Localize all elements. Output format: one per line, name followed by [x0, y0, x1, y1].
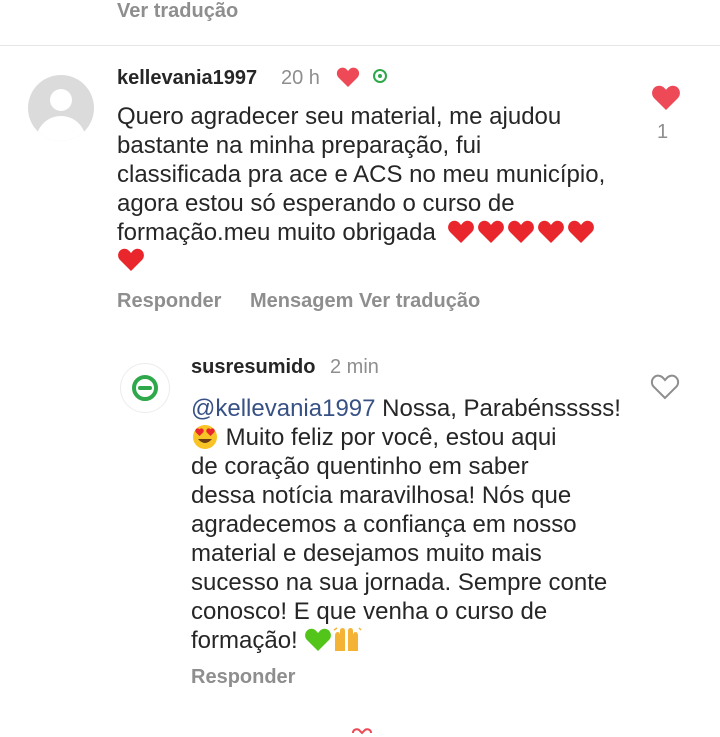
- avatar-body-shape: [36, 116, 86, 141]
- red-heart-emoji-icon: [118, 248, 144, 271]
- reply-button[interactable]: Responder: [191, 665, 295, 689]
- comment-line: [117, 247, 637, 276]
- reply-line: de coração quentinho em saber: [191, 453, 529, 480]
- raised-hands-emoji-icon: [333, 627, 362, 651]
- avatar-head-shape: [50, 89, 72, 111]
- translate-link-top[interactable]: Ver tradução: [117, 0, 238, 22]
- red-hearts-emoji-icon: [447, 220, 594, 243]
- message-button[interactable]: Mensagem: [250, 289, 353, 313]
- reply-line: conosco! E que venha o curso de: [191, 598, 548, 625]
- reply-time: 2 min: [330, 356, 379, 378]
- comment-text: Quero agradecer seu material, me ajudou …: [117, 102, 637, 276]
- reply-username[interactable]: susresumido: [191, 355, 315, 379]
- reply-button[interactable]: Responder: [117, 289, 221, 313]
- reply-line-text: Nossa, Parabénsssss!: [375, 395, 621, 422]
- heart-eyes-emoji-icon: [193, 425, 217, 449]
- partial-heart-icon: [352, 728, 372, 735]
- comment-line: Quero agradecer seu material, me ajudou: [117, 103, 562, 130]
- divider: [0, 45, 720, 46]
- reply-line: dessa notícia maravilhosa! Nós que: [191, 482, 572, 509]
- comment-line: formação.meu muito obrigada: [117, 218, 637, 247]
- creator-badge-icon: [373, 69, 387, 83]
- translate-button[interactable]: Ver tradução: [359, 289, 480, 313]
- like-outline-heart-icon[interactable]: [650, 373, 680, 400]
- reply-line: agradecemos a confiança em nosso: [191, 511, 577, 538]
- comment-line: bastante na minha preparação, fui: [117, 132, 482, 159]
- green-heart-emoji-icon: [305, 628, 332, 651]
- mention-link[interactable]: @kellevania1997: [191, 395, 376, 422]
- reply-text: @kellevania1997 Nossa, Parabénsssss! Mui…: [191, 394, 641, 655]
- reply-line: material e desejamos muito mais: [191, 540, 542, 567]
- like-heart-icon[interactable]: [651, 84, 681, 111]
- reply-line: sucesso na sua jornada. Sempre conte: [191, 569, 608, 596]
- avatar-susresumido[interactable]: [120, 363, 170, 413]
- comment-line: agora estou só esperando o curso de: [117, 190, 515, 217]
- reply-line: formação!: [191, 626, 641, 655]
- creator-liked-heart-icon: [336, 67, 360, 87]
- comment-line: classificada pra ace e ACS no meu municí…: [117, 161, 606, 188]
- comment-username[interactable]: kellevania1997: [117, 66, 257, 90]
- reply-line: Muito feliz por você, estou aqui: [191, 423, 641, 452]
- reply-line: @kellevania1997 Nossa, Parabénsssss!: [191, 394, 641, 423]
- comment-line-text: formação.meu muito obrigada: [117, 219, 436, 246]
- brand-logo-bar: [138, 386, 152, 390]
- like-count: 1: [657, 121, 669, 143]
- comment-time: 20 h: [281, 67, 320, 89]
- reply-line-text: Muito feliz por você, estou aqui: [219, 424, 557, 451]
- avatar-default[interactable]: [28, 75, 94, 141]
- reply-line-text: formação!: [191, 627, 305, 654]
